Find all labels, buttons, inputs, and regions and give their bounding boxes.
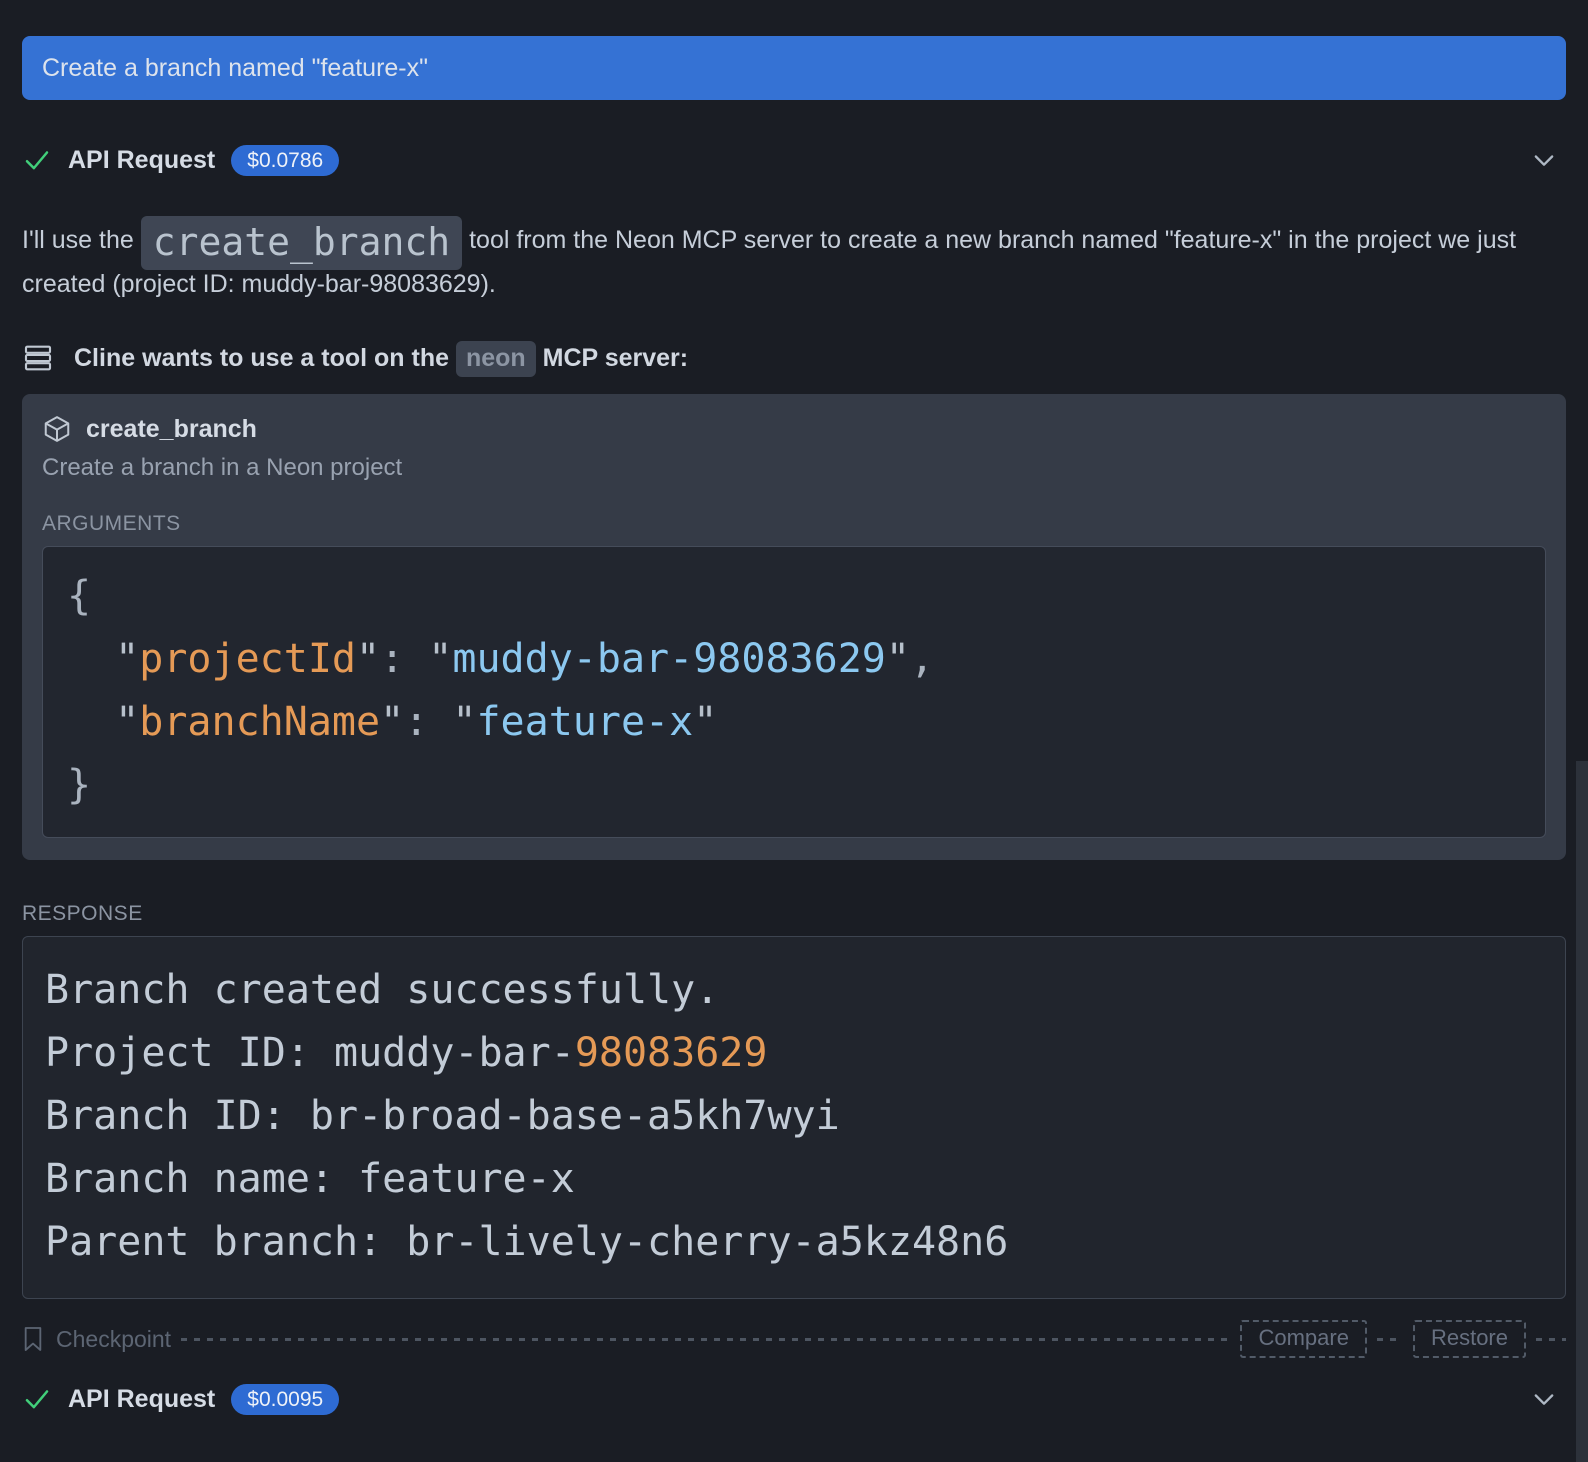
response-output[interactable]: Branch created successfully. Project ID:… (22, 936, 1566, 1299)
arguments-json[interactable]: { "projectId": "muddy-bar-98083629", "br… (42, 546, 1546, 838)
checkpoint-label: Checkpoint (56, 1326, 171, 1353)
api-request-row[interactable]: API Request $0.0095 (22, 1381, 1566, 1417)
cube-icon (42, 414, 72, 444)
chevron-down-icon[interactable] (1530, 1385, 1558, 1413)
server-icon (22, 342, 54, 374)
restore-button[interactable]: Restore (1413, 1320, 1526, 1358)
checkpoint-leader-line (1377, 1338, 1403, 1341)
response-label: RESPONSE (22, 902, 1566, 926)
api-request-row[interactable]: API Request $0.0786 (22, 142, 1566, 178)
chat-panel: Create a branch named "feature-x" API Re… (0, 36, 1588, 1417)
tool-name: create_branch (86, 415, 257, 444)
tool-description: Create a branch in a Neon project (42, 454, 1546, 482)
check-icon (22, 145, 52, 175)
task-text: Create a branch named "feature-x" (42, 54, 428, 83)
compare-button[interactable]: Compare (1240, 1320, 1366, 1358)
tool-use-header: Cline wants to use a tool on the neon MC… (22, 342, 1566, 374)
checkpoint-leader-line (1536, 1338, 1566, 1341)
checkpoint-leader-line (181, 1338, 1230, 1341)
inline-code-create-branch: create_branch (141, 216, 462, 270)
assistant-message: I'll use the create_branch tool from the… (22, 218, 1566, 306)
checkpoint-row: Checkpoint Compare Restore (22, 1321, 1566, 1357)
tool-use-text: Cline wants to use a tool on the neon MC… (74, 344, 688, 373)
api-request-label: API Request (68, 146, 215, 175)
scrollbar[interactable] (1576, 761, 1588, 1462)
api-cost-badge[interactable]: $0.0095 (231, 1384, 339, 1415)
assistant-message-prefix: I'll use the (22, 226, 141, 254)
task-banner[interactable]: Create a branch named "feature-x" (22, 36, 1566, 100)
api-request-label: API Request (68, 1385, 215, 1414)
check-icon (22, 1384, 52, 1414)
mcp-server-chip: neon (456, 341, 536, 377)
tool-call-card: create_branch Create a branch in a Neon … (22, 394, 1566, 860)
api-cost-badge[interactable]: $0.0786 (231, 145, 339, 176)
arguments-label: ARGUMENTS (42, 512, 1546, 536)
tool-card-header: create_branch (42, 414, 1546, 444)
chevron-down-icon[interactable] (1530, 146, 1558, 174)
bookmark-icon (22, 1325, 44, 1353)
